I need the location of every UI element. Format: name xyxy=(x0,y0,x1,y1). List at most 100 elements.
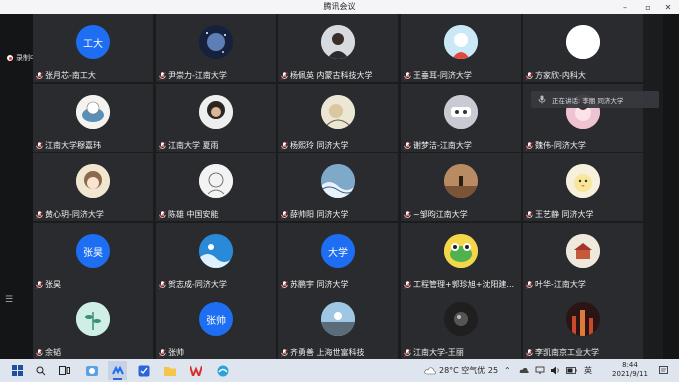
muted-mic-icon xyxy=(159,348,166,357)
clock[interactable]: 8:44 2021/9/11 xyxy=(606,361,654,379)
participant-nameplate: 张月芯-南工大 xyxy=(36,70,96,81)
participant-avatar xyxy=(444,234,478,268)
network-icon[interactable] xyxy=(535,359,545,382)
muted-mic-icon xyxy=(36,280,43,289)
photos-app-icon[interactable] xyxy=(82,361,101,380)
muted-mic-icon xyxy=(526,210,533,219)
participant-name: 王垂耳-同济大学 xyxy=(413,71,472,80)
muted-mic-icon xyxy=(404,141,411,150)
participant-avatar xyxy=(321,164,355,198)
search-icon[interactable] xyxy=(31,361,50,380)
participant-name: 张帅 xyxy=(168,348,184,357)
participant-tile[interactable]: 黄心玥-同济大学 xyxy=(33,153,153,221)
participant-tile[interactable]: 薛帅阳 同济大学 xyxy=(278,153,398,221)
participant-tile[interactable]: 余韬 xyxy=(33,291,153,359)
participant-tile[interactable]: 工大张月芯-南工大 xyxy=(33,14,153,82)
participant-avatar xyxy=(321,95,355,129)
participant-name: 苏鹏宇 同济大学 xyxy=(290,280,349,289)
participant-tile[interactable]: 江南大学-王丽 xyxy=(401,291,521,359)
participant-tile[interactable]: 叶华-江南大学 xyxy=(523,223,643,291)
participant-nameplate: 张昊 xyxy=(36,279,61,290)
participant-tile[interactable]: 齐勇善 上海世富科技 xyxy=(278,291,398,359)
participant-avatar xyxy=(444,164,478,198)
participant-name: 谢梦洁-江南大学 xyxy=(413,141,472,150)
participant-name: 叶华-江南大学 xyxy=(535,280,586,289)
participant-tile[interactable]: 尹崇力-江南大学 xyxy=(156,14,276,82)
participant-name: 王艺静 同济大学 xyxy=(535,210,594,219)
participant-tile[interactable]: 陈雄 中国安能 xyxy=(156,153,276,221)
participant-name: 齐勇善 上海世富科技 xyxy=(290,348,365,357)
participant-tile[interactable]: 杨佩英 内蒙古科技大学 xyxy=(278,14,398,82)
onedrive-icon[interactable] xyxy=(519,359,529,382)
participant-nameplate: 尹崇力-江南大学 xyxy=(159,70,227,81)
muted-mic-icon xyxy=(36,210,43,219)
participant-tile[interactable]: 李凯南京工业大学 xyxy=(523,291,643,359)
battery-icon[interactable] xyxy=(566,359,577,382)
tray-expand-icon[interactable]: ⌃ xyxy=(504,359,511,382)
taskbar: 28°C 空气优 25 ⌃ 英 8:44 2021/9/11 xyxy=(0,359,679,382)
participant-name: 江南大学穆嘉玮 xyxy=(45,141,101,150)
participant-avatar xyxy=(566,302,600,336)
participant-nameplate: 贺志成-同济大学 xyxy=(159,279,227,290)
participant-tile[interactable]: 大学 苏鹏宇 同济大学 xyxy=(278,223,398,291)
participant-avatar: 张昊 xyxy=(76,234,110,268)
muted-mic-icon xyxy=(159,280,166,289)
muted-mic-icon xyxy=(159,210,166,219)
muted-mic-icon xyxy=(404,280,411,289)
muted-mic-icon xyxy=(404,348,411,357)
title-bar: 腾讯会议 – ▫ ✕ xyxy=(0,0,679,14)
participant-nameplate: 方家欣-内科大 xyxy=(526,70,586,81)
muted-mic-icon xyxy=(281,71,288,80)
wps-office-icon[interactable] xyxy=(186,361,205,380)
participant-nameplate: 叶华-江南大学 xyxy=(526,279,586,290)
participant-avatar xyxy=(566,25,600,59)
participant-name: 江南大学-王丽 xyxy=(413,348,464,357)
speaking-text: 正在讲话: 李丽 同济大学 xyxy=(552,96,624,105)
participant-nameplate: 齐勇善 上海世富科技 xyxy=(281,347,365,358)
list-toggle-icon[interactable]: ☰ xyxy=(3,294,15,306)
participant-tile[interactable]: 张帅 张帅 xyxy=(156,291,276,359)
notification-icon[interactable] xyxy=(659,359,668,382)
participant-nameplate: 王艺静 同济大学 xyxy=(526,209,594,220)
muted-mic-icon xyxy=(281,141,288,150)
participant-tile[interactable]: 江南大学 夏雨 xyxy=(156,84,276,152)
participant-nameplate: 杨熙玲 同济大学 xyxy=(281,140,349,151)
participant-avatar xyxy=(199,234,233,268)
participant-name: 尹崇力-江南大学 xyxy=(168,71,227,80)
task-view-icon[interactable] xyxy=(55,361,74,380)
maximize-icon[interactable]: ▫ xyxy=(641,0,655,14)
volume-icon[interactable] xyxy=(550,359,560,382)
participant-tile[interactable]: 贺志成-同济大学 xyxy=(156,223,276,291)
participant-tile[interactable]: ~邹昀江南大学 xyxy=(401,153,521,221)
participant-tile[interactable]: 江南大学穆嘉玮 xyxy=(33,84,153,152)
participant-tile[interactable]: 王艺静 同济大学 xyxy=(523,153,643,221)
weather-widget[interactable]: 28°C 空气优 25 xyxy=(424,359,498,382)
participant-tile[interactable]: 张昊 张昊 xyxy=(33,223,153,291)
participant-nameplate: 魏伟-同济大学 xyxy=(526,140,586,151)
input-mode-indicator[interactable]: 英 xyxy=(584,359,592,382)
participant-tile[interactable]: 方家欣-内科大 xyxy=(523,14,643,82)
participant-nameplate: 王垂耳-同济大学 xyxy=(404,70,472,81)
participant-avatar xyxy=(199,95,233,129)
participant-nameplate: 薛帅阳 同济大学 xyxy=(281,209,349,220)
participant-tile[interactable]: 工程管理+郭珍旭+沈阳建... xyxy=(401,223,521,291)
tencent-meeting-app-icon[interactable] xyxy=(108,361,127,380)
participant-name: 薛帅阳 同济大学 xyxy=(290,210,349,219)
windows-start-icon[interactable] xyxy=(8,361,27,380)
checklist-app-icon[interactable] xyxy=(134,361,153,380)
participant-nameplate: 余韬 xyxy=(36,347,61,358)
participant-tile[interactable]: 谢梦洁-江南大学 xyxy=(401,84,521,152)
participant-avatar xyxy=(566,164,600,198)
participant-avatar xyxy=(76,164,110,198)
file-explorer-icon[interactable] xyxy=(160,361,179,380)
browser-icon[interactable] xyxy=(213,361,232,380)
participant-tile[interactable]: 杨熙玲 同济大学 xyxy=(278,84,398,152)
participant-tile[interactable]: 王垂耳-同济大学 xyxy=(401,14,521,82)
muted-mic-icon xyxy=(36,71,43,80)
participant-name: ~邹昀江南大学 xyxy=(413,210,468,219)
muted-mic-icon xyxy=(526,141,533,150)
participant-avatar: 工大 xyxy=(76,25,110,59)
weather-text: 28°C 空气优 25 xyxy=(439,366,499,375)
close-icon[interactable]: ✕ xyxy=(661,0,675,14)
minimize-icon[interactable]: – xyxy=(618,0,632,14)
